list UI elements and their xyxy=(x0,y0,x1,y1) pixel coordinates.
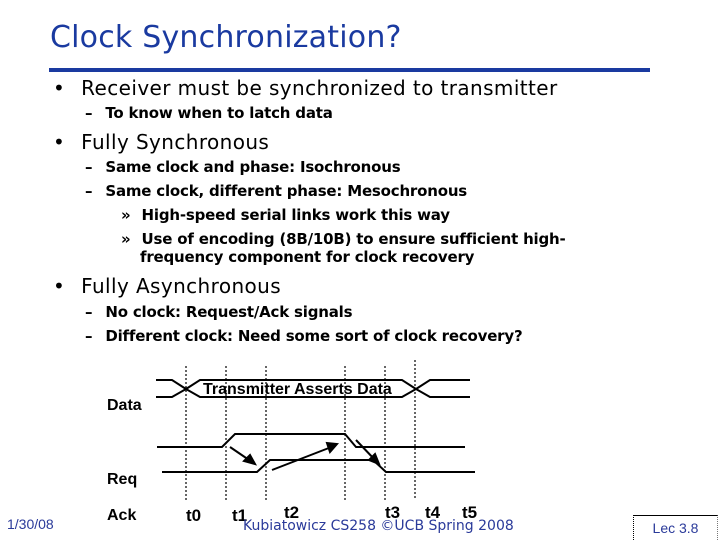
signal-label-req: Req xyxy=(107,471,138,488)
dash-marker: – xyxy=(85,158,93,176)
dash-marker: – xyxy=(85,104,93,122)
sub-bullet-text: Same clock, different phase: Mesochronou… xyxy=(105,182,468,200)
bullet-marker: • xyxy=(53,76,65,100)
sub-bullet-text: No clock: Request/Ack signals xyxy=(105,303,353,321)
chevron-marker: » xyxy=(121,206,131,224)
causality-arrows xyxy=(229,439,381,471)
sub-bullet-item: – Same clock, different phase: Mesochron… xyxy=(85,182,467,200)
bullet-item: • Receiver must be synchronized to trans… xyxy=(53,76,558,100)
signal-label-data: Data xyxy=(107,397,142,414)
sub-bullet-text: Different clock: Need some sort of clock… xyxy=(105,327,523,345)
signal-label-ack: Ack xyxy=(107,507,137,524)
sub-sub-bullet-item: » High-speed serial links work this way xyxy=(121,206,450,224)
sub-sub-bullet-item: » Use of encoding (8B/10B) to ensure suf… xyxy=(121,230,566,248)
title-underline xyxy=(49,68,650,72)
sub-sub-bullet-text: High-speed serial links work this way xyxy=(141,206,451,224)
sub-bullet-item: – No clock: Request/Ack signals xyxy=(85,303,353,321)
arrow-head xyxy=(325,441,340,454)
sub-bullet-item: – Different clock: Need some sort of clo… xyxy=(85,327,523,345)
bullet-text: Fully Asynchronous xyxy=(81,274,282,298)
dash-marker: – xyxy=(85,327,93,345)
bullet-marker: • xyxy=(53,130,65,154)
dash-marker: – xyxy=(85,303,93,321)
sub-bullet-text: To know when to latch data xyxy=(105,104,333,122)
bullet-item: • Fully Synchronous xyxy=(53,130,269,154)
sub-bullet-text: Same clock and phase: Isochronous xyxy=(105,158,401,176)
arrow-head xyxy=(367,452,381,466)
dash-marker: – xyxy=(85,182,93,200)
slide-title: Clock Synchronization? xyxy=(50,20,402,55)
sub-sub-bullet-continuation: frequency component for clock recovery xyxy=(140,248,475,266)
diagram-caption: Transmitter Asserts Data xyxy=(203,381,392,398)
sub-bullet-item: – Same clock and phase: Isochronous xyxy=(85,158,401,176)
bullet-item: • Fully Asynchronous xyxy=(53,274,281,298)
chevron-marker: » xyxy=(121,230,131,248)
time-label-t0: t0 xyxy=(186,506,202,525)
ack-waveform xyxy=(162,459,475,473)
arrow-head xyxy=(242,453,258,466)
sub-sub-bullet-text: Use of encoding (8B/10B) to ensure suffi… xyxy=(141,230,566,248)
req-waveform xyxy=(157,433,465,448)
footer-date: 1/30/08 xyxy=(7,516,54,532)
bullet-text: Receiver must be synchronized to transmi… xyxy=(81,76,558,100)
bullet-text: Fully Synchronous xyxy=(81,130,270,154)
lecture-number: Lec 3.8 xyxy=(633,515,718,540)
sub-bullet-item: – To know when to latch data xyxy=(85,104,333,122)
footer-course-credit: Kubiatowicz CS258 ©UCB Spring 2008 xyxy=(243,518,514,534)
bullet-marker: • xyxy=(53,274,65,298)
